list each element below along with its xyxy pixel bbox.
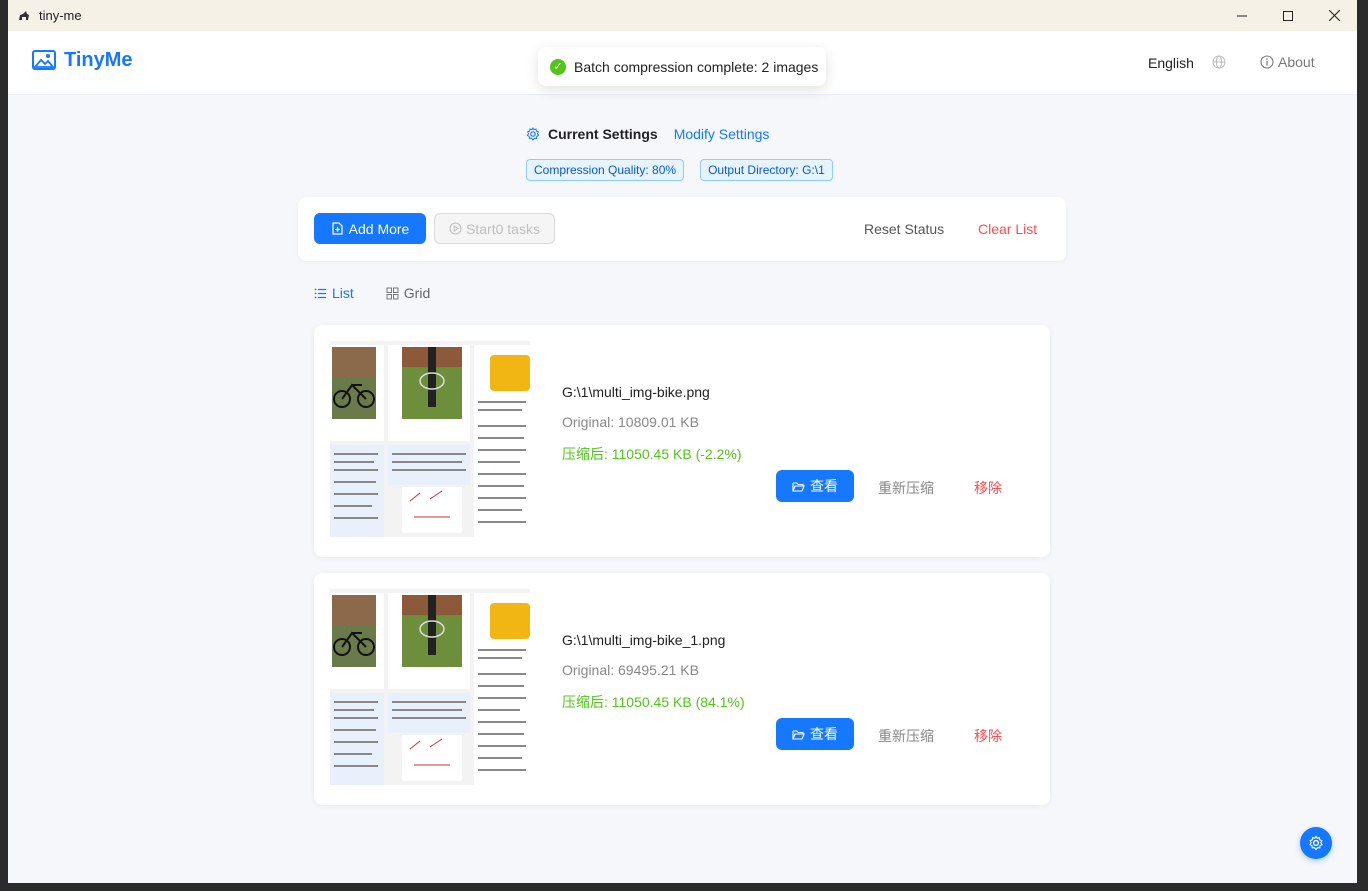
file-card: G:\1\multi_img-bike_1.png Original: 6949… xyxy=(314,573,1050,805)
image-thumbnail[interactable] xyxy=(330,341,530,537)
folder-open-icon xyxy=(792,729,805,740)
grid-icon xyxy=(386,287,399,299)
close-icon xyxy=(1328,10,1340,21)
brand-name: TinyMe xyxy=(64,49,133,71)
app-icon xyxy=(17,9,31,23)
check-circle-icon: ✓ xyxy=(550,58,566,75)
tab-grid[interactable]: Grid xyxy=(386,285,430,301)
original-size: Original: 10809.01 KB xyxy=(562,414,699,430)
view-button[interactable]: 查看 xyxy=(776,470,854,502)
settings-fab-button[interactable] xyxy=(1300,827,1332,859)
file-path: G:\1\multi_img-bike_1.png xyxy=(562,632,726,648)
current-settings: Current Settings Modify Settings xyxy=(526,126,769,142)
add-more-button[interactable]: Add More xyxy=(314,213,426,244)
recompress-button[interactable]: 重新压缩 xyxy=(878,726,934,746)
minimize-icon xyxy=(1237,15,1247,16)
start-label: Start0 tasks xyxy=(466,220,540,237)
start-button[interactable]: Start0 tasks xyxy=(434,213,555,244)
info-icon xyxy=(1260,55,1274,69)
play-circle-icon xyxy=(449,222,462,235)
window-controls xyxy=(1219,0,1357,31)
view-label: 查看 xyxy=(810,478,838,494)
close-button[interactable] xyxy=(1311,0,1357,31)
app-window: tiny-me TinyMe English About ✓ Batch com… xyxy=(8,0,1357,883)
image-thumbnail[interactable] xyxy=(330,589,530,785)
remove-button[interactable]: 移除 xyxy=(974,726,1002,746)
thumbnail-image xyxy=(330,589,530,785)
tab-list-label: List xyxy=(332,285,354,301)
recompress-button[interactable]: 重新压缩 xyxy=(878,478,934,498)
maximize-button[interactable] xyxy=(1265,0,1311,31)
reset-status-button[interactable]: Reset Status xyxy=(864,221,944,237)
image-icon xyxy=(32,49,56,70)
list-icon xyxy=(314,288,326,298)
add-more-label: Add More xyxy=(348,220,410,237)
tab-grid-label: Grid xyxy=(403,285,431,301)
settings-tags: Compression Quality: 80% Output Director… xyxy=(526,159,833,181)
compressed-size: 压缩后: 11050.45 KB (-2.2%) xyxy=(562,446,742,462)
globe-icon[interactable] xyxy=(1212,55,1226,69)
view-button[interactable]: 查看 xyxy=(776,718,854,750)
language-selector[interactable]: English xyxy=(1148,55,1194,71)
file-path: G:\1\multi_img-bike.png xyxy=(562,384,710,400)
settings-label: Current Settings xyxy=(548,126,658,142)
file-card: G:\1\multi_img-bike.png Original: 10809.… xyxy=(314,325,1050,557)
output-directory-tag: Output Directory: G:\1 xyxy=(700,159,833,181)
window-title: tiny-me xyxy=(39,8,82,23)
logo[interactable]: TinyMe xyxy=(32,49,133,72)
quality-tag: Compression Quality: 80% xyxy=(526,159,685,181)
minimize-button[interactable] xyxy=(1219,0,1265,31)
about-label: About xyxy=(1278,54,1315,70)
gear-icon xyxy=(526,127,540,141)
toast-message: Batch compression complete: 2 images xyxy=(574,58,819,75)
clear-list-button[interactable]: Clear List xyxy=(978,221,1037,237)
folder-open-icon xyxy=(792,481,805,492)
maximize-icon xyxy=(1283,10,1293,21)
action-toolbar: Add More Start0 tasks Reset Status Clear… xyxy=(298,197,1066,261)
about-link[interactable]: About xyxy=(1260,54,1315,70)
modify-settings-link[interactable]: Modify Settings xyxy=(674,126,770,142)
remove-button[interactable]: 移除 xyxy=(974,478,1002,498)
view-switcher: List Grid xyxy=(314,285,430,301)
compressed-size: 压缩后: 11050.45 KB (84.1%) xyxy=(562,694,745,710)
thumbnail-image xyxy=(330,341,530,537)
view-label: 查看 xyxy=(810,726,838,742)
original-size: Original: 69495.21 KB xyxy=(562,662,699,678)
toast-notification: ✓ Batch compression complete: 2 images xyxy=(538,47,826,86)
gear-icon xyxy=(1309,835,1323,851)
title-bar: tiny-me xyxy=(8,0,1357,31)
file-add-icon xyxy=(332,222,343,235)
tab-list[interactable]: List xyxy=(314,285,354,301)
